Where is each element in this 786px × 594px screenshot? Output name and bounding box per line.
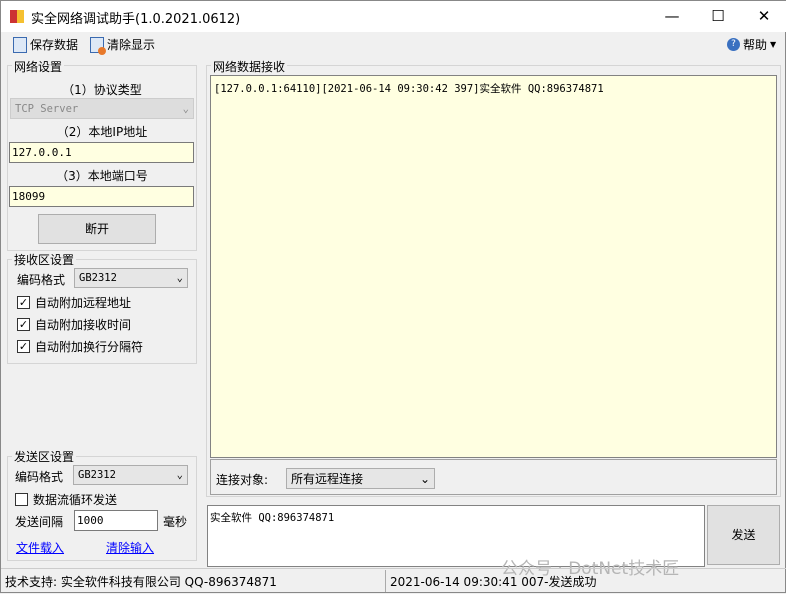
interval-input[interactable]: 1000 [74,510,158,531]
maximize-button[interactable]: ☐ [695,1,741,32]
recv-encoding-label: 编码格式 [17,273,66,287]
loop-send-checkbox[interactable]: 数据流循环发送 [15,491,117,508]
window-title: 实全网络调试助手(1.0.2021.0612) [31,12,241,27]
ip-label: （2）本地IP地址 [56,125,148,139]
interval-label: 发送间隔 [15,515,64,529]
checkbox-icon [15,493,28,506]
status-divider [385,570,386,592]
recv-encoding-select[interactable]: GB2312 ⌄ [74,268,188,288]
file-load-link[interactable]: 文件载入 [16,539,64,556]
port-label: （3）本地端口号 [56,169,148,183]
help-icon: ? [727,38,740,51]
receive-legend: 网络数据接收 [211,58,288,75]
ip-input[interactable]: 127.0.0.1 [9,142,194,163]
checkbox-icon: ✓ [17,296,30,309]
chevron-down-icon: ⌄ [419,471,430,486]
send-encoding-value: GB2312 [78,469,116,481]
protocol-select[interactable]: TCP Server ⌄ [10,98,194,119]
send-settings-legend: 发送区设置 [12,448,77,465]
checkbox-icon: ✓ [17,318,30,331]
chevron-down-icon: ⌄ [176,469,183,481]
clear-input-link[interactable]: 清除输入 [106,539,154,556]
auto-remote-address-checkbox[interactable]: ✓ 自动附加远程地址 [17,294,131,311]
help-button[interactable]: ? 帮助 ▼ [727,36,776,53]
connection-target-select[interactable]: 所有远程连接 ⌄ [286,468,435,489]
protocol-label: （1）协议类型 [62,83,142,97]
clear-icon [90,36,106,55]
title-bar: 实全网络调试助手(1.0.2021.0612) — ☐ ✕ [1,1,786,32]
clear-display-button[interactable]: 清除显示 [90,36,155,55]
save-icon [13,36,27,53]
save-data-button[interactable]: 保存数据 [13,36,78,53]
status-message: 2021-06-14 09:30:41 007-发送成功 [390,575,597,589]
chevron-down-icon: ⌄ [182,102,189,115]
receive-settings-legend: 接收区设置 [12,251,77,268]
minimize-button[interactable]: — [649,1,695,32]
auto-newline-checkbox[interactable]: ✓ 自动附加换行分隔符 [17,338,143,355]
receive-textarea[interactable]: [127.0.0.1:64110][2021-06-14 09:30:42 39… [210,75,777,458]
checkbox-icon: ✓ [17,340,30,353]
auto-receive-time-checkbox[interactable]: ✓ 自动附加接收时间 [17,316,131,333]
connection-target-label: 连接对象: [216,473,269,487]
port-input[interactable]: 18099 [9,186,194,207]
disconnect-button[interactable]: 断开 [38,214,156,244]
network-settings-legend: 网络设置 [12,58,65,75]
connection-target-value: 所有远程连接 [291,472,364,486]
send-encoding-label: 编码格式 [15,470,64,484]
send-button[interactable]: 发送 [707,505,780,565]
interval-unit: 毫秒 [163,515,188,529]
close-button[interactable]: ✕ [741,1,786,32]
recv-encoding-value: GB2312 [79,272,117,284]
chevron-down-icon: ⌄ [176,272,183,284]
status-support: 技术支持: 实全软件科技有限公司 QQ-896374871 [5,575,277,589]
send-encoding-select[interactable]: GB2312 ⌄ [73,465,188,485]
app-icon [10,10,24,23]
protocol-value: TCP Server [15,102,79,115]
